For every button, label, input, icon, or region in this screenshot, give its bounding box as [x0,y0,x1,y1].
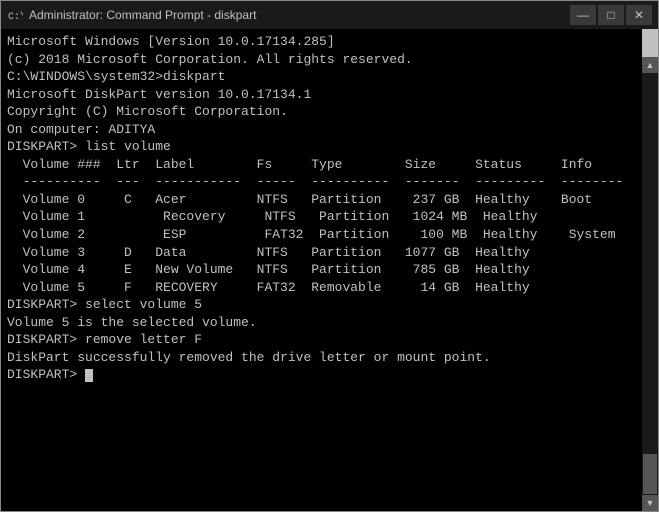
terminal-line: Microsoft DiskPart version 10.0.17134.1 [7,86,636,104]
window-title: Administrator: Command Prompt - diskpart [29,8,570,22]
scroll-thumb[interactable] [643,454,657,494]
terminal-line: DISKPART> list volume [7,138,636,156]
cursor [85,369,93,382]
terminal-line: Microsoft Windows [Version 10.0.17134.28… [7,33,636,51]
scroll-track [642,73,658,495]
scrollbar[interactable]: ▲ ▼ [642,57,658,511]
terminal-line: Volume 5 is the selected volume. [7,314,636,332]
minimize-button[interactable]: — [570,5,596,25]
terminal-line: On computer: ADITYA [7,121,636,139]
terminal-line: DISKPART> select volume 5 [7,296,636,314]
terminal-line: Volume 0 C Acer NTFS Partition 237 GB He… [7,191,636,209]
window-inner: Microsoft Windows [Version 10.0.17134.28… [1,29,658,511]
terminal-line: Volume 5 F RECOVERY FAT32 Removable 14 G… [7,279,636,297]
terminal-line: DISKPART> remove letter F [7,331,636,349]
terminal-line: Volume ### Ltr Label Fs Type Size Status… [7,156,636,174]
scroll-up-button[interactable]: ▲ [642,57,658,73]
terminal-line: DiskPart successfully removed the drive … [7,349,636,367]
terminal-line: (c) 2018 Microsoft Corporation. All righ… [7,51,636,69]
terminal-line: C:\WINDOWS\system32>diskpart [7,68,636,86]
terminal-line: Volume 2 ESP FAT32 Partition 100 MB Heal… [7,226,636,244]
window-controls: — □ ✕ [570,5,652,25]
terminal-line: Volume 3 D Data NTFS Partition 1077 GB H… [7,244,636,262]
terminal-line: Volume 4 E New Volume NTFS Partition 785… [7,261,636,279]
close-button[interactable]: ✕ [626,5,652,25]
scroll-down-button[interactable]: ▼ [642,495,658,511]
terminal-line: Volume 1 Recovery NTFS Partition 1024 MB… [7,208,636,226]
terminal-line: ---------- --- ----------- ----- -------… [7,173,636,191]
terminal-content: Microsoft Windows [Version 10.0.17134.28… [7,33,636,507]
terminal-area[interactable]: Microsoft Windows [Version 10.0.17134.28… [1,29,642,511]
maximize-button[interactable]: □ [598,5,624,25]
terminal-line: DISKPART> [7,366,636,384]
svg-text:C:\: C:\ [8,11,23,23]
cmd-icon: C:\ [7,7,23,23]
title-bar: C:\ Administrator: Command Prompt - disk… [1,1,658,29]
terminal-line: Copyright (C) Microsoft Corporation. [7,103,636,121]
main-window: C:\ Administrator: Command Prompt - disk… [0,0,659,512]
